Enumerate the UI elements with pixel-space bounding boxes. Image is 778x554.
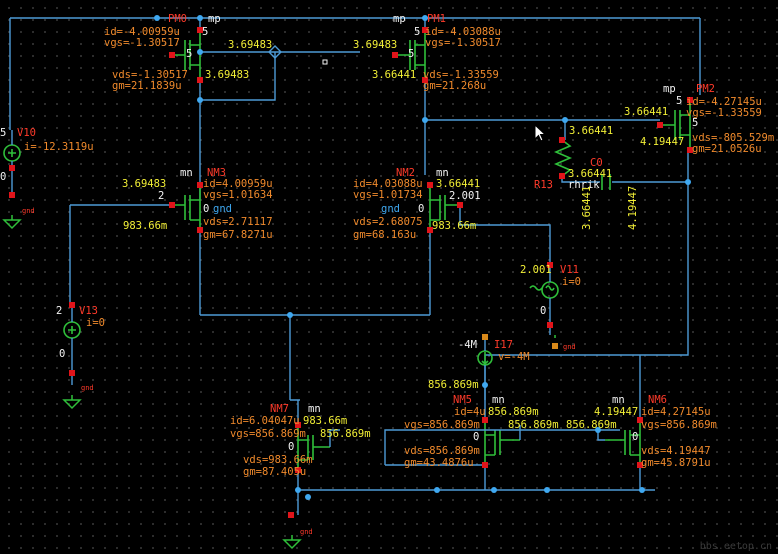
- pm0-vd: 3.69483: [205, 69, 250, 81]
- r13-name: R13: [534, 179, 553, 191]
- nm7-vds: vds=983.66m: [243, 454, 313, 466]
- pm0-gm: gm=21.1839u: [112, 80, 182, 92]
- v11-gnd: gnd: [563, 343, 576, 351]
- v11-current: i=0: [562, 276, 581, 288]
- v13-current: i=0: [86, 317, 105, 329]
- schematic-canvas[interactable]: PM0 mp id=-4.00959u vgs=-1.30517 5 5 3.6…: [0, 0, 778, 554]
- nm5-id: id=4u: [454, 406, 486, 418]
- nm5-vgs: vgs=856.869m: [404, 419, 480, 431]
- pm1-pin5b: 5: [408, 48, 415, 60]
- nm3-vds: vds=2.71117: [203, 216, 273, 228]
- nm5-bulk: 0: [473, 431, 480, 443]
- pm1-gm: gm=21.268u: [423, 80, 487, 92]
- nm2-vg: 2.001: [449, 190, 481, 202]
- pm0-type: mp: [208, 13, 221, 25]
- nm7-type: mn: [308, 403, 321, 415]
- pm1-type: mp: [393, 13, 406, 25]
- pm0-pin5b: 5: [186, 48, 193, 60]
- pm2-name: PM2: [696, 83, 715, 95]
- cap-voltage: 3.66441: [568, 168, 613, 180]
- nm5-gm: gm=43.4876u: [404, 457, 474, 469]
- nm6-id: id=4.27145u: [641, 406, 711, 418]
- nm2-gm: gm=68.163u: [353, 229, 417, 241]
- nm7-vgs: vgs=856.869m: [230, 428, 306, 440]
- pm0-vg: 3.69483: [228, 39, 273, 51]
- pm2-gm: gm=21.0526u: [692, 143, 762, 155]
- cap-voltage-left: 3.66441: [581, 185, 593, 230]
- nm6-bulk: 0: [632, 431, 639, 443]
- v13-bottom: 0: [59, 348, 66, 360]
- i17-voltage: v=-4M: [498, 351, 530, 363]
- pm1-name: PM1: [427, 13, 446, 25]
- pm1-vd: 3.66441: [372, 69, 417, 81]
- nm5-type: mn: [492, 394, 505, 406]
- v10-current: i=-12.3119u: [24, 141, 94, 153]
- nm2-bulk: 0: [418, 203, 425, 215]
- v10-top: 5: [0, 127, 7, 139]
- nm2-gnd: gnd: [381, 203, 400, 215]
- pm2-vg: 3.66441: [624, 106, 669, 118]
- v10-name: V10: [17, 127, 36, 139]
- nm5-vg: 856.869m: [508, 419, 559, 431]
- nm6-vds: vds=4.19447: [641, 445, 711, 457]
- nm6-vgs: vgs=856.869m: [641, 419, 717, 431]
- nm5-vds: vds=856.869m: [404, 445, 480, 457]
- nm3-gm: gm=67.8271u: [203, 229, 273, 241]
- i17-top: -4M: [458, 339, 477, 351]
- nm3-vd: 3.69483: [122, 178, 167, 190]
- nm2-vd: 3.66441: [436, 178, 481, 190]
- nm3-gnd: gnd: [213, 203, 232, 215]
- pm2-vd: 4.19447: [640, 136, 685, 148]
- nm7-gnd: gnd: [300, 528, 313, 536]
- nm7-vg: 856.869m: [320, 428, 371, 440]
- nm3-vgs: vgs=1.01634: [203, 189, 273, 201]
- nm3-vg: 2: [158, 190, 165, 202]
- nm6-gm: gm=45.8791u: [641, 457, 711, 469]
- watermark: bbs.eetop.cn: [699, 541, 772, 552]
- nm6-vg: 856.869m: [566, 419, 617, 431]
- nm7-gm: gm=87.405u: [243, 466, 307, 478]
- pm1-vg: 3.69483: [353, 39, 398, 51]
- v13-top: 2: [56, 305, 63, 317]
- r13-voltage: 3.66441: [569, 125, 614, 137]
- pm2-pin5b: 5: [692, 117, 699, 129]
- v11-name: V11: [560, 264, 579, 276]
- nm6-vd: 4.19447: [594, 406, 639, 418]
- pm1-vgs: vgs=-1.30517: [425, 37, 501, 49]
- nm2-vgs: vgs=1.01734: [353, 189, 423, 201]
- v13-gnd: gnd: [81, 384, 94, 392]
- cap-voltage-right: 4.19447: [627, 185, 639, 230]
- pm1-pin5a: 5: [414, 26, 421, 38]
- i17-name: I17: [494, 339, 513, 351]
- pm0-name: PM0: [168, 13, 187, 25]
- nm7-vd: 983.66m: [303, 415, 348, 427]
- v10-gnd: gnd: [22, 207, 35, 215]
- nm5-name: NM5: [453, 394, 472, 406]
- nm2-vs: 983.66m: [432, 220, 477, 232]
- nm7-bulk: 0: [288, 441, 295, 453]
- nm3-bulk: 0: [203, 203, 210, 215]
- pm0-pin5a: 5: [202, 26, 209, 38]
- nm7-name: NM7: [270, 403, 289, 415]
- nm7-id: id=6.04047u: [230, 415, 300, 427]
- pm2-type: mp: [663, 83, 676, 95]
- pm2-pin5a: 5: [676, 95, 683, 107]
- v11-bottom: 0: [540, 305, 547, 317]
- i17-bottom: 856.869m: [428, 379, 479, 391]
- nm3-type: mn: [180, 167, 193, 179]
- nm5-vd: 856.869m: [488, 406, 539, 418]
- nm2-vds: vds=2.68075: [353, 216, 423, 228]
- nm3-vs: 983.66m: [123, 220, 168, 232]
- v10-bottom: 0: [0, 171, 7, 183]
- v13-name: V13: [79, 305, 98, 317]
- nm6-name: NM6: [648, 394, 667, 406]
- nm6-type: mn: [612, 394, 625, 406]
- pm0-vgs: vgs=-1.30517: [104, 37, 180, 49]
- v11-top: 2.001: [520, 264, 552, 276]
